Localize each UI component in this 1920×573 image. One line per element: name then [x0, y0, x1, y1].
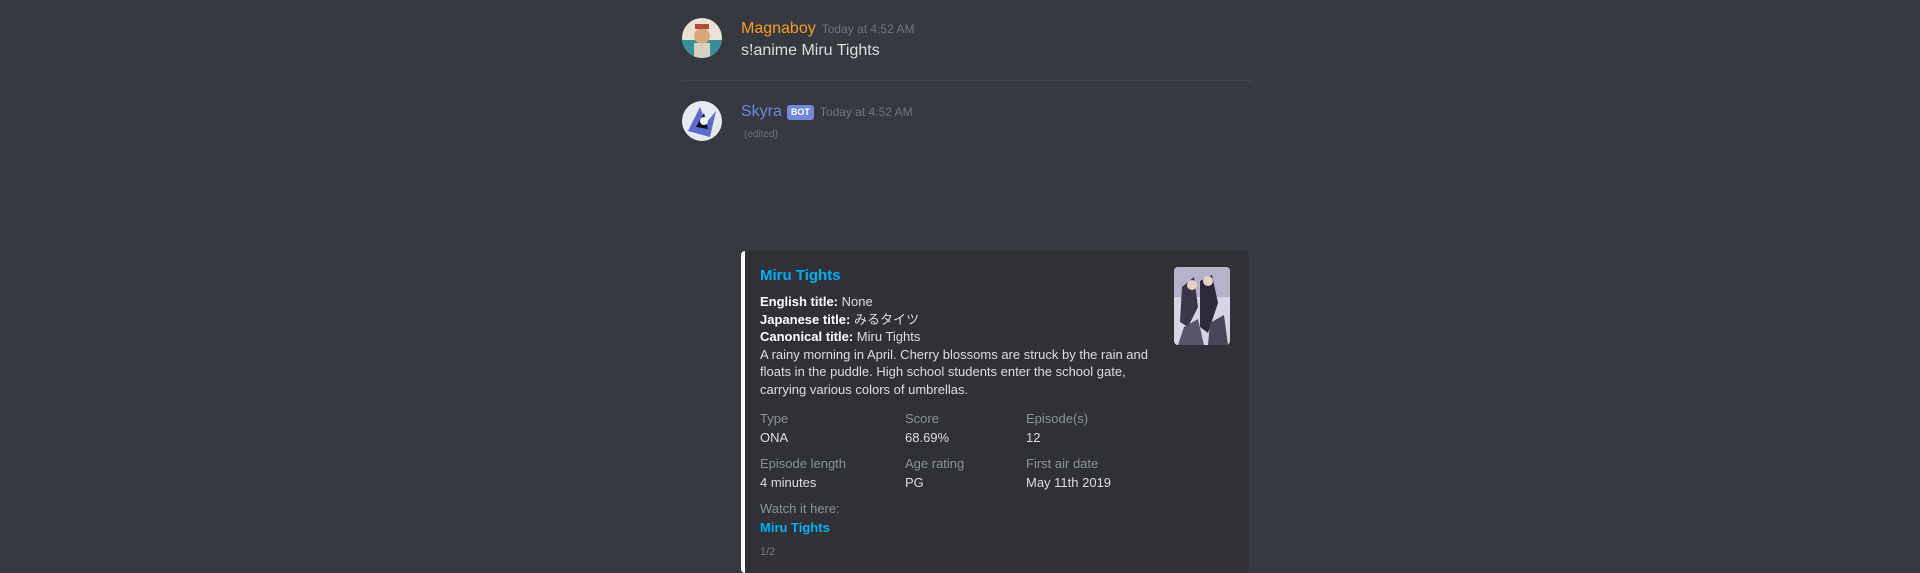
bot-tag: BOT — [786, 104, 814, 120]
synopsis: A rainy morning in April. Cherry blossom… — [760, 346, 1149, 397]
field-value: ONA — [760, 430, 789, 445]
field-episodes: Episode(s) 12 — [1026, 411, 1088, 445]
field-watch: Watch it here: Miru Tights — [760, 501, 840, 535]
field-name: Age rating — [905, 456, 965, 471]
embed-title-link[interactable]: Miru Tights — [760, 267, 1160, 284]
embed-description: English title: None Japanese title: みるタイ… — [760, 293, 1160, 398]
message-divider — [682, 80, 1252, 81]
field-name: Score — [905, 411, 939, 426]
field-name: Type — [760, 411, 789, 426]
embed-footer: 1/2 — [760, 546, 776, 558]
field-age-rating: Age rating PG — [905, 456, 964, 490]
anime-embed: Miru Tights English title: None Japanese… — [741, 251, 1249, 573]
japanese-title-value: みるタイツ — [850, 311, 919, 327]
japanese-title-label: Japanese title: — [760, 311, 851, 327]
field-name: First air date — [1026, 456, 1099, 471]
timestamp: Today at 4:52 AM — [819, 105, 913, 119]
username[interactable]: Magnaboy — [741, 20, 816, 38]
watch-link[interactable]: Miru Tights — [760, 520, 840, 535]
edited-label: (edited) — [744, 129, 778, 140]
field-value: 4 minutes — [760, 475, 817, 490]
field-name: Watch it here: — [760, 501, 840, 516]
field-value: 12 — [1026, 430, 1041, 445]
timestamp: Today at 4:52 AM — [821, 22, 915, 36]
field-value: May 11th 2019 — [1026, 475, 1112, 490]
message-text: s!anime Miru Tights — [741, 42, 880, 59]
field-episode-length: Episode length 4 minutes — [760, 456, 846, 490]
avatar-magnaboy[interactable] — [682, 18, 722, 58]
embed-color-bar — [741, 251, 745, 573]
english-title-label: English title: — [760, 294, 838, 309]
canonical-title-label: Canonical title: — [760, 329, 854, 344]
field-type: Type ONA — [760, 411, 788, 445]
field-value: PG — [905, 475, 924, 490]
anime-cover-thumbnail[interactable] — [1174, 267, 1230, 345]
username[interactable]: Skyra — [741, 103, 782, 121]
english-title-value: None — [838, 294, 873, 309]
chat-area: Magnaboy Today at 4:52 AM s!anime Miru T… — [0, 0, 1920, 573]
field-first-air-date: First air date May 11th 2019 — [1026, 456, 1111, 490]
field-score: Score 68.69% — [905, 411, 949, 445]
field-name: Episode(s) — [1026, 411, 1089, 426]
field-name: Episode length — [760, 456, 847, 471]
field-value: 68.69% — [905, 430, 950, 445]
canonical-title-value: Miru Tights — [853, 329, 921, 344]
avatar-skyra[interactable] — [682, 101, 722, 141]
